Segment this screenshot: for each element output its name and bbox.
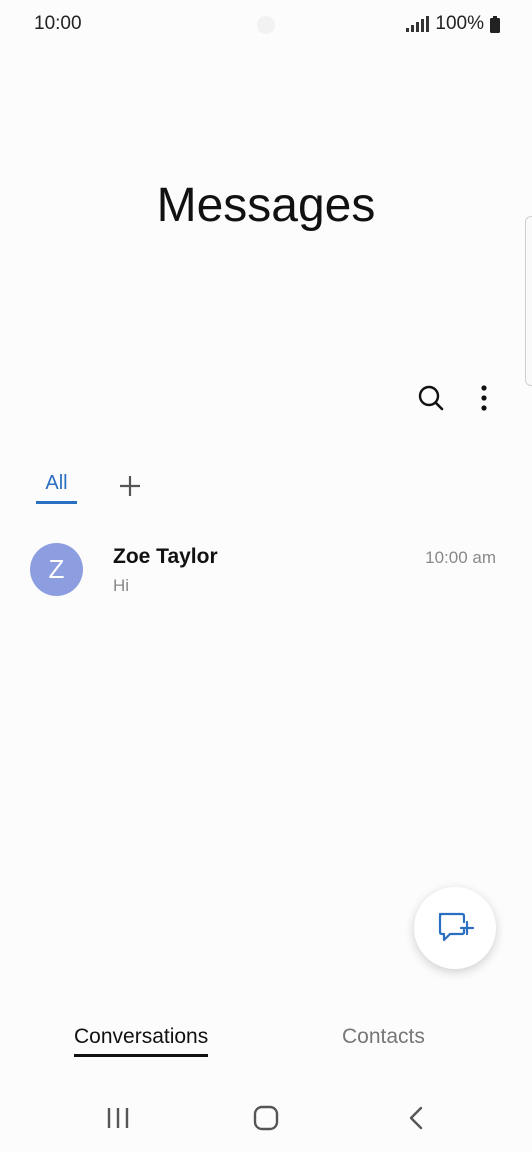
back-button[interactable]: [396, 1100, 436, 1136]
plus-icon: [120, 476, 140, 496]
signal-icon: [406, 16, 430, 32]
tab-all[interactable]: All: [36, 472, 77, 504]
message-time: 10:00 am: [425, 548, 496, 567]
status-bar: 10:00 100%: [0, 0, 532, 50]
compose-message-button[interactable]: [414, 887, 496, 969]
page-title: Messages: [156, 179, 376, 232]
tab-contacts[interactable]: Contacts: [342, 1025, 425, 1049]
add-category-button[interactable]: [114, 470, 146, 502]
new-message-icon: [438, 912, 474, 942]
recents-icon: [107, 1108, 129, 1128]
battery-icon: [490, 15, 500, 33]
edge-panel-handle[interactable]: [525, 216, 532, 386]
tab-conversations[interactable]: Conversations: [74, 1025, 209, 1057]
front-camera: [257, 16, 275, 34]
conversation-item[interactable]: Z Zoe Taylor Hi 10:00 am: [0, 530, 532, 610]
messages-screen: 10:00 100% Messages All Z Zoe Taylor Hi …: [0, 0, 532, 1152]
status-right: 100%: [406, 13, 500, 35]
navigation-bar: [0, 1090, 532, 1146]
home-button[interactable]: [246, 1100, 286, 1136]
more-vertical-icon: [481, 385, 487, 411]
recents-button[interactable]: [98, 1100, 138, 1136]
contact-name: Zoe Taylor: [113, 545, 218, 568]
avatar-letter: Z: [48, 554, 65, 584]
home-icon: [253, 1105, 279, 1131]
avatar[interactable]: Z: [30, 543, 83, 596]
battery-percentage: 100%: [435, 13, 484, 34]
status-time: 10:00: [34, 13, 82, 34]
back-icon: [409, 1106, 423, 1130]
search-icon: [418, 385, 444, 411]
more-options-button[interactable]: [466, 380, 502, 416]
message-preview: Hi: [113, 576, 130, 595]
search-button[interactable]: [413, 380, 449, 416]
